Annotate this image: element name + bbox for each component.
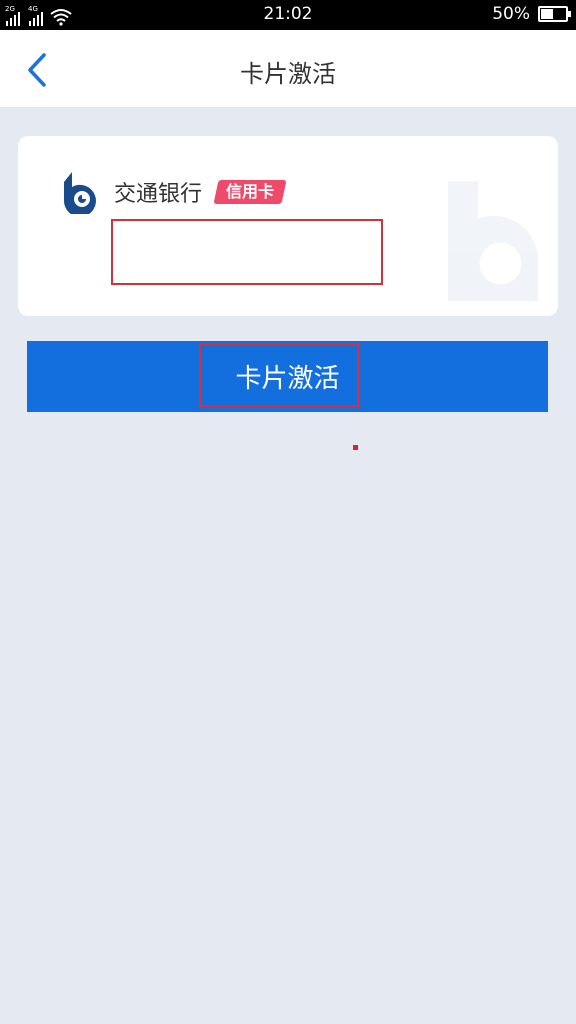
bank-name: 交通银行 <box>114 182 203 207</box>
clock: 21:02 <box>263 4 313 24</box>
battery-percentage: 50% <box>492 4 530 24</box>
nav-bar: 卡片激活 <box>0 30 576 108</box>
page-title: 卡片激活 <box>240 60 336 88</box>
card-panel: 交通银行 信用卡 <box>18 136 558 316</box>
status-bar: 2G 4G 21:02 50% <box>0 0 576 30</box>
battery-icon <box>538 6 571 22</box>
credit-card-badge: 信用卡 <box>213 180 287 204</box>
marker-dot <box>353 445 358 450</box>
card-number-field[interactable] <box>111 219 383 285</box>
button-highlight-box <box>199 343 359 407</box>
credit-card-badge-label: 信用卡 <box>226 182 275 201</box>
bank-logo-watermark-icon <box>448 181 538 301</box>
battery-level <box>541 9 553 19</box>
bocom-logo-icon <box>63 172 96 214</box>
